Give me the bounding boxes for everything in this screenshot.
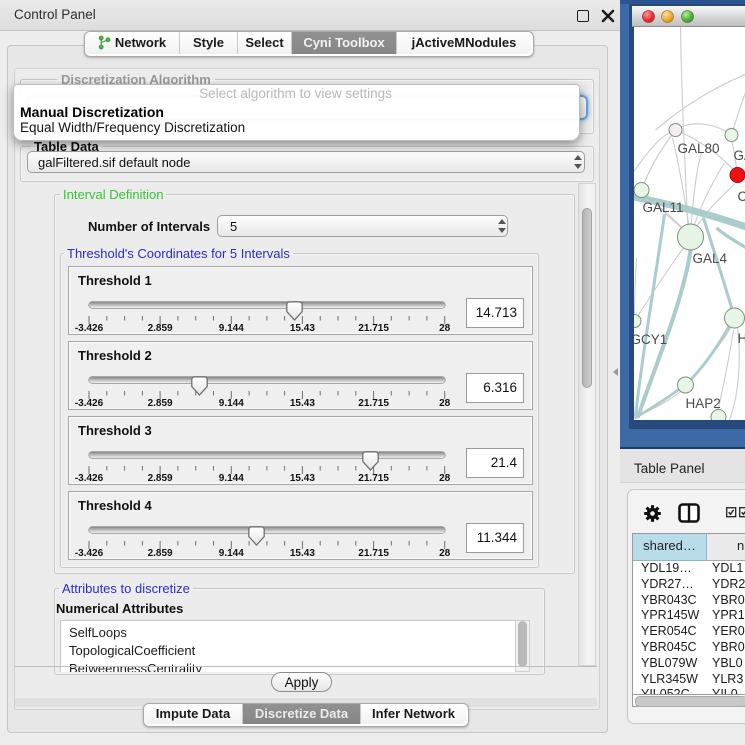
svg-text:GAL80: GAL80 — [677, 141, 719, 156]
svg-text:GCY1: GCY1 — [634, 332, 667, 347]
svg-text:GA: GA — [733, 148, 745, 163]
svg-text:GAL11: GAL11 — [642, 200, 683, 215]
svg-text:GAL4: GAL4 — [692, 251, 727, 266]
svg-text:HAP2: HAP2 — [685, 396, 720, 411]
svg-text:H: H — [737, 331, 745, 346]
svg-text:C: C — [737, 189, 745, 204]
